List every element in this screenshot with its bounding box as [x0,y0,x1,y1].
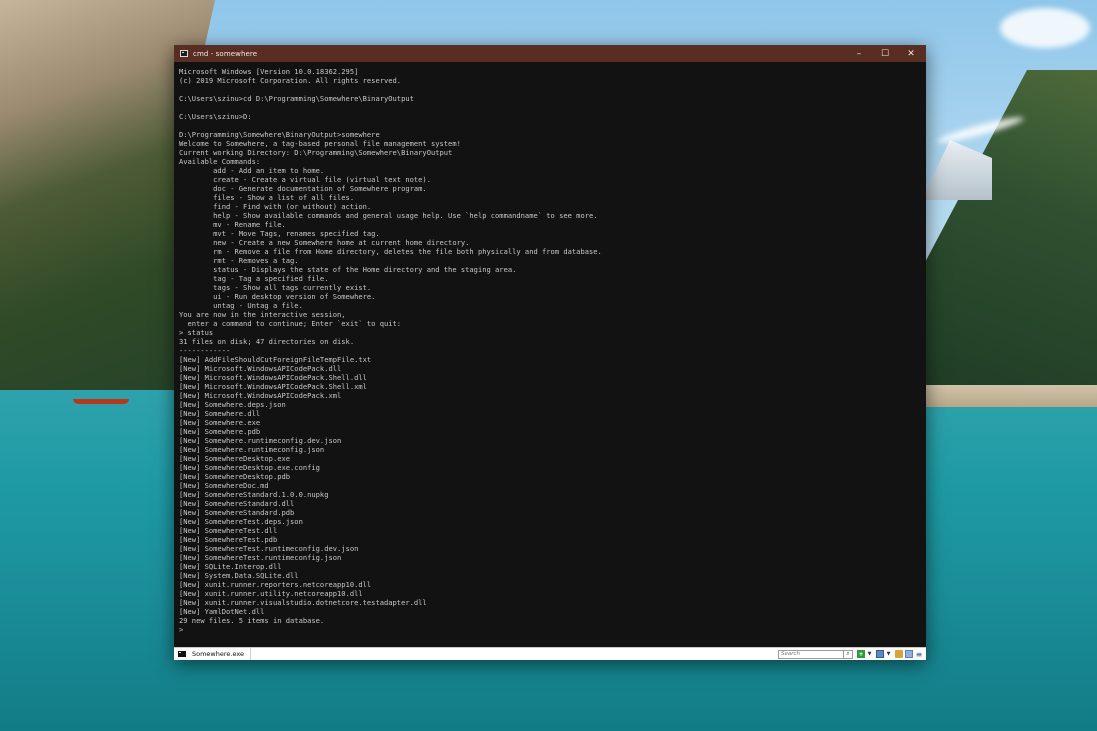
menu-icon[interactable]: ≡ [915,650,923,659]
console-line: Microsoft Windows [Version 10.0.18362.29… [179,67,359,76]
console-line: mvt - Move Tags, renames specified tag. [179,229,380,238]
console-output: Microsoft Windows [Version 10.0.18362.29… [174,62,926,634]
console-line: [New] SomewhereDesktop.exe.config [179,463,320,472]
console-line: [New] Microsoft.WindowsAPICodePack.Shell… [179,373,367,382]
console-line: > status [179,328,214,337]
cmd-window[interactable]: cmd - somewhere – ☐ ✕ Microsoft Windows … [174,45,926,660]
console-line: [New] SomewhereDesktop.exe [179,454,291,463]
console-line: [New] SomewhereTest.runtimeconfig.dev.js… [179,544,359,553]
console-line: tags - Show all tags currently exist. [179,283,372,292]
maximize-button[interactable]: ☐ [872,45,898,62]
console-tab[interactable]: Somewhere.exe [174,648,251,660]
console-line: status - Displays the state of the Home … [179,265,517,274]
dropdown-arrow-icon[interactable]: ▼ [886,650,891,658]
console-line: new - Create a new Somewhere home at cur… [179,238,470,247]
console-line: D:\Programming\Somewhere\BinaryOutput>so… [179,130,380,139]
console-line: [New] SomewhereTest.dll [179,526,278,535]
console-line: [New] Microsoft.WindowsAPICodePack.xml [179,391,342,400]
lock-icon[interactable] [895,650,903,658]
desktop-wallpaper: cmd - somewhere – ☐ ✕ Microsoft Windows … [0,0,1097,731]
console-line: [New] SQLite.Interop.dll [179,562,282,571]
console-line: [New] YamlDotNet.dll [179,607,265,616]
console-line: > [179,625,184,634]
console-line: Available Commands: [179,157,261,166]
console-line: rm - Remove a file from Home directory, … [179,247,602,256]
console-line: [New] SomewhereTest.deps.json [179,517,303,526]
console-line: ------------ [179,346,231,355]
console-line: [New] Microsoft.WindowsAPICodePack.dll [179,364,342,373]
console-line: [New] Somewhere.pdb [179,427,261,436]
console-line: You are now in the interactive session, [179,310,346,319]
console-line: untag - Untag a file. [179,301,303,310]
panel-icon[interactable] [905,650,913,658]
console-line: C:\Users\szinu>cd D:\Programming\Somewhe… [179,94,414,103]
console-line: [New] SomewhereStandard.1.0.0.nupkg [179,490,329,499]
console-line: add - Add an item to home. [179,166,325,175]
console-view-icon[interactable] [876,650,884,658]
console-line: [New] SomewhereDesktop.pdb [179,472,291,481]
console-line: [New] SomewhereTest.pdb [179,535,278,544]
console-line: [New] xunit.runner.visualstudio.dotnetco… [179,598,427,607]
boat [73,399,129,404]
console-line: [New] SomewhereStandard.dll [179,499,295,508]
console-tab-icon [178,651,186,657]
console-line: Current working Directory: D:\Programmin… [179,148,453,157]
cloud [1000,8,1090,48]
minimize-button[interactable]: – [846,45,872,62]
console-line: [New] SomewhereStandard.pdb [179,508,295,517]
console-line: [New] xunit.runner.reporters.netcoreapp1… [179,580,372,589]
console-line: tag - Tag a specified file. [179,274,329,283]
console-line: doc - Generate documentation of Somewher… [179,184,427,193]
console-line: [New] SomewhereTest.runtimeconfig.json [179,553,342,562]
beach [922,385,1097,407]
console-area[interactable]: Microsoft Windows [Version 10.0.18362.29… [174,62,926,647]
snow-peak [922,140,992,200]
dropdown-arrow-icon[interactable]: ▼ [867,650,872,658]
console-line: [New] Somewhere.runtimeconfig.json [179,445,325,454]
window-title: cmd - somewhere [193,49,258,58]
console-line: C:\Users\szinu>D: [179,112,252,121]
title-bar[interactable]: cmd - somewhere – ☐ ✕ [174,45,926,62]
console-line: mv - Rename file. [179,220,286,229]
new-console-icon[interactable]: + [857,650,865,658]
console-line: [New] Somewhere.exe [179,418,261,427]
console-line: files - Show a list of all files. [179,193,355,202]
close-button[interactable]: ✕ [898,45,924,62]
console-line: [New] Microsoft.WindowsAPICodePack.Shell… [179,382,367,391]
console-line: [New] Somewhere.dll [179,409,261,418]
console-line: 31 files on disk; 47 directories on disk… [179,337,355,346]
console-line: 29 new files. 5 items in database. [179,616,325,625]
search-input[interactable] [778,649,844,659]
console-line: rmt - Removes a tag. [179,256,299,265]
cmd-icon [180,50,188,57]
console-line: enter a command to continue; Enter `exit… [179,319,402,328]
console-line: [New] Somewhere.deps.json [179,400,286,409]
console-tab-bar: Somewhere.exe ⌕ + ▼ ▼ ≡ [174,647,926,660]
console-line: ui - Run desktop version of Somewhere. [179,292,376,301]
console-line: [New] Somewhere.runtimeconfig.dev.json [179,436,342,445]
console-line: [New] SomewhereDoc.md [179,481,269,490]
console-line: [New] System.Data.SQLite.dll [179,571,299,580]
console-line: [New] AddFileShouldCutForeignFileTempFil… [179,355,372,364]
console-line: help - Show available commands and gener… [179,211,598,220]
console-line: create - Create a virtual file (virtual … [179,175,431,184]
console-line: Welcome to Somewhere, a tag-based person… [179,139,461,148]
console-line: (c) 2019 Microsoft Corporation. All righ… [179,76,402,85]
console-tab-label: Somewhere.exe [192,650,244,658]
console-line: find - Find with (or without) action. [179,202,372,211]
magnifier-icon[interactable]: ⌕ [844,649,853,659]
console-line: [New] xunit.runner.utility.netcoreapp10.… [179,589,363,598]
